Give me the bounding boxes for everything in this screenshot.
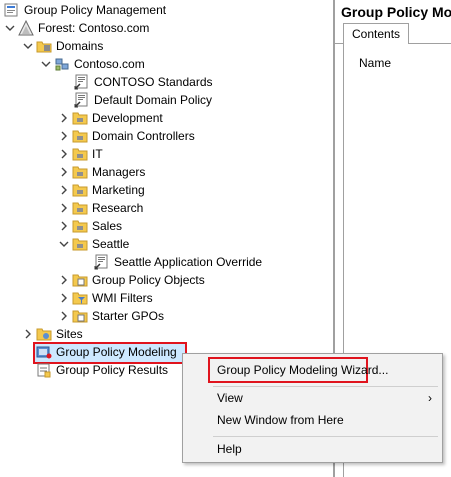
group-policy-results-icon bbox=[36, 362, 52, 378]
tree-item-group-policy-modeling[interactable]: Group Policy Modeling bbox=[36, 343, 177, 361]
tree-item-root[interactable]: Group Policy Management bbox=[4, 1, 166, 19]
ou-folder-icon bbox=[72, 182, 88, 198]
tree-item-starter-gpos[interactable]: Starter GPOs bbox=[58, 307, 164, 325]
tree-label-wmi-filters: WMI Filters bbox=[92, 291, 153, 305]
collapsed-chevron-icon[interactable] bbox=[58, 163, 70, 181]
tree-item-gpo-link[interactable]: Default Domain Policy bbox=[74, 91, 212, 109]
tree-label-ou: Development bbox=[92, 111, 163, 125]
tree-label-ou: Sales bbox=[92, 219, 123, 233]
sites-folder-icon bbox=[36, 326, 52, 342]
tree-label-gpo-link: CONTOSO Standards bbox=[94, 75, 213, 89]
tree-label-forest: Forest: Contoso.com bbox=[38, 21, 150, 35]
tree-item-group-policy-results[interactable]: Group Policy Results bbox=[36, 361, 168, 379]
gpo-link-icon bbox=[74, 74, 90, 90]
tree-label-domain: Contoso.com bbox=[74, 57, 145, 71]
tree-item-seattle[interactable]: Seattle bbox=[58, 235, 129, 253]
tree-label-seattle: Seattle bbox=[92, 237, 130, 251]
expanded-chevron-icon[interactable] bbox=[58, 235, 70, 253]
tree-label-group-policy-results: Group Policy Results bbox=[56, 363, 169, 377]
tree-item-ou[interactable]: Sales bbox=[58, 217, 122, 235]
expanded-chevron-icon[interactable] bbox=[40, 55, 52, 73]
tree-label-ou: Domain Controllers bbox=[92, 129, 195, 143]
tree-item-seattle-gpo-link[interactable]: Seattle Application Override bbox=[94, 253, 262, 271]
collapsed-chevron-icon[interactable] bbox=[58, 199, 70, 217]
collapsed-chevron-icon[interactable] bbox=[58, 127, 70, 145]
gpo-link-icon bbox=[94, 254, 110, 270]
gpo-folder-icon bbox=[72, 272, 88, 288]
expanded-chevron-icon[interactable] bbox=[22, 37, 34, 55]
tree-label-group-policy-objects: Group Policy Objects bbox=[92, 273, 205, 287]
tree-item-sites[interactable]: Sites bbox=[22, 325, 83, 343]
tree-label-starter-gpos: Starter GPOs bbox=[92, 309, 165, 323]
collapsed-chevron-icon[interactable] bbox=[58, 181, 70, 199]
collapsed-chevron-icon[interactable] bbox=[58, 145, 70, 163]
ou-folder-icon bbox=[72, 146, 88, 162]
tab-contents[interactable]: Contents bbox=[343, 23, 410, 44]
group-policy-modeling-icon bbox=[36, 344, 52, 360]
tree-label-ou: Marketing bbox=[92, 183, 145, 197]
tree-item-domain[interactable]: Contoso.com bbox=[40, 55, 145, 73]
menu-item-modeling-wizard[interactable]: Group Policy Modeling Wizard... bbox=[183, 359, 442, 381]
tree-item-ou[interactable]: Managers bbox=[58, 163, 145, 181]
expanded-chevron-icon[interactable] bbox=[4, 19, 16, 37]
tree-item-forest[interactable]: Forest: Contoso.com bbox=[4, 19, 149, 37]
collapsed-chevron-icon[interactable] bbox=[58, 289, 70, 307]
tree-label-root: Group Policy Management bbox=[24, 3, 167, 17]
wmi-filter-folder-icon bbox=[72, 290, 88, 306]
ou-folder-icon bbox=[72, 236, 88, 252]
tree-item-ou[interactable]: Domain Controllers bbox=[58, 127, 195, 145]
tree-label-gpo-link: Default Domain Policy bbox=[94, 93, 213, 107]
menu-item-view[interactable]: View › bbox=[183, 387, 442, 409]
tree-label-ou: Research bbox=[92, 201, 144, 215]
collapsed-chevron-icon[interactable] bbox=[22, 325, 34, 343]
column-header-name[interactable]: Name bbox=[359, 56, 391, 70]
tree-item-ou[interactable]: Research bbox=[58, 199, 143, 217]
tab-strip: Contents bbox=[335, 22, 451, 44]
context-menu: Group Policy Modeling Wizard... View › N… bbox=[182, 353, 443, 463]
tree-item-wmi-filters[interactable]: WMI Filters bbox=[58, 289, 153, 307]
group-policy-management-icon bbox=[4, 2, 20, 18]
domains-folder-icon bbox=[36, 38, 52, 54]
tree-label-ou: Managers bbox=[92, 165, 146, 179]
tree-item-domains[interactable]: Domains bbox=[22, 37, 103, 55]
menu-item-new-window[interactable]: New Window from Here bbox=[183, 409, 442, 431]
tree-item-gpo-link[interactable]: CONTOSO Standards bbox=[74, 73, 213, 91]
menu-item-view-label: View bbox=[217, 391, 243, 405]
details-title: Group Policy Mo bbox=[341, 4, 451, 20]
forest-icon bbox=[18, 20, 34, 36]
ou-folder-icon bbox=[72, 218, 88, 234]
tree-item-group-policy-objects[interactable]: Group Policy Objects bbox=[58, 271, 205, 289]
tree-item-ou[interactable]: IT bbox=[58, 145, 103, 163]
ou-folder-icon bbox=[72, 128, 88, 144]
collapsed-chevron-icon[interactable] bbox=[58, 217, 70, 235]
ou-folder-icon bbox=[72, 164, 88, 180]
collapsed-chevron-icon[interactable] bbox=[58, 109, 70, 127]
tree-label-group-policy-modeling: Group Policy Modeling bbox=[56, 345, 177, 359]
collapsed-chevron-icon[interactable] bbox=[58, 307, 70, 325]
menu-item-help[interactable]: Help bbox=[183, 438, 442, 460]
tree-label-ou: IT bbox=[92, 147, 103, 161]
ou-folder-icon bbox=[72, 110, 88, 126]
menu-separator bbox=[213, 436, 438, 437]
tree-label-sites: Sites bbox=[56, 327, 83, 341]
submenu-arrow-icon: › bbox=[428, 391, 432, 405]
tree-label-domains: Domains bbox=[56, 39, 104, 53]
collapsed-chevron-icon[interactable] bbox=[58, 271, 70, 289]
domain-icon bbox=[54, 56, 70, 72]
gpo-link-icon bbox=[74, 92, 90, 108]
tree-label-seattle-gpo-link: Seattle Application Override bbox=[114, 255, 263, 269]
tree-item-ou[interactable]: Marketing bbox=[58, 181, 145, 199]
starter-gpo-folder-icon bbox=[72, 308, 88, 324]
tree-item-ou[interactable]: Development bbox=[58, 109, 163, 127]
ou-folder-icon bbox=[72, 200, 88, 216]
